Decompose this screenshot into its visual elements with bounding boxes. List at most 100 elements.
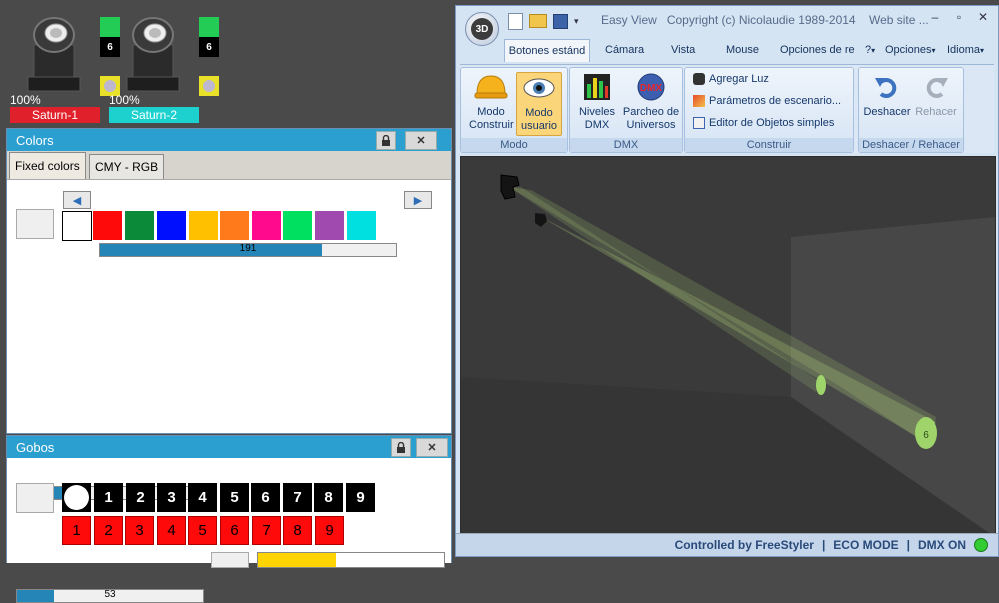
menu-idioma[interactable]: Idioma ▾ bbox=[947, 39, 984, 61]
fixture-name[interactable]: Saturn-1 bbox=[10, 107, 100, 123]
deshacer-label: Deshacer bbox=[863, 106, 911, 118]
lock-icon bbox=[397, 442, 405, 453]
tab-cmy-rgb[interactable]: CMY - RGB bbox=[89, 154, 165, 179]
color-swatch[interactable] bbox=[315, 211, 344, 240]
gobo-open[interactable] bbox=[62, 483, 91, 512]
color-swatch[interactable] bbox=[347, 211, 376, 240]
gobo-button[interactable]: 3 bbox=[157, 483, 186, 512]
modo-usuario-button[interactable]: Modo usuario bbox=[516, 72, 562, 136]
parcheo-universos-button[interactable]: DMX Parcheo de Universos bbox=[622, 72, 680, 132]
deshacer-button[interactable]: Deshacer bbox=[862, 72, 912, 132]
gobo-shake-button[interactable]: 2 bbox=[94, 516, 123, 545]
parcheo-universos-label: Parcheo de Universos bbox=[622, 106, 680, 131]
maximize-button[interactable]: ▫ bbox=[950, 10, 968, 26]
close-window-button[interactable]: ✕ bbox=[974, 10, 992, 26]
gobo-button[interactable]: 1 bbox=[94, 483, 123, 512]
gobo-button[interactable]: 2 bbox=[126, 483, 155, 512]
new-file-icon[interactable] bbox=[508, 12, 523, 30]
tab-opciones-render[interactable]: Opciones de re bbox=[780, 39, 858, 61]
tab-vista[interactable]: Vista bbox=[671, 39, 695, 61]
gobo-extra-button[interactable] bbox=[211, 552, 249, 568]
fixture-percent: 100% bbox=[10, 93, 41, 107]
3d-viewport[interactable]: 6 bbox=[460, 156, 996, 538]
editor-objetos-button[interactable]: Editor de Objetos simples bbox=[693, 117, 834, 129]
gobo-shake-button[interactable]: 7 bbox=[252, 516, 281, 545]
gobo-shake-button[interactable]: 8 bbox=[283, 516, 312, 545]
fixture-name[interactable]: Saturn-2 bbox=[109, 107, 199, 123]
title-website[interactable]: Web site ... bbox=[869, 13, 929, 27]
tab-camara[interactable]: Cámara bbox=[605, 39, 644, 61]
app-logo[interactable]: 3D bbox=[465, 12, 499, 46]
gobo-shake-button[interactable]: 5 bbox=[188, 516, 217, 545]
prev-color-button[interactable]: ◀ bbox=[63, 191, 91, 209]
save-icon[interactable] bbox=[553, 13, 568, 29]
fixture-saturn-2[interactable]: 6 100% Saturn-2 bbox=[109, 15, 229, 125]
color-swatch[interactable] bbox=[93, 211, 122, 240]
group-construir-label: Construir bbox=[685, 138, 853, 152]
color-swatches bbox=[62, 211, 382, 241]
gobo-shake-button[interactable]: 6 bbox=[220, 516, 249, 545]
open-folder-icon[interactable] bbox=[529, 14, 547, 28]
gobo-button[interactable]: 9 bbox=[346, 483, 375, 512]
redo-icon bbox=[926, 78, 948, 98]
modo-construir-button[interactable]: Modo Construir bbox=[469, 72, 514, 132]
group-dmx-label: DMX bbox=[570, 138, 682, 152]
gobo-button[interactable]: 7 bbox=[283, 483, 312, 512]
color-slider[interactable]: 191 bbox=[99, 243, 397, 257]
gobo-button[interactable]: 4 bbox=[188, 483, 217, 512]
color-swatch[interactable] bbox=[157, 211, 186, 240]
gobo-button[interactable]: 5 bbox=[220, 483, 249, 512]
gobo-button[interactable]: 6 bbox=[251, 483, 280, 512]
current-color-button[interactable] bbox=[16, 209, 54, 239]
current-gobo-button[interactable] bbox=[16, 483, 54, 513]
gobos-panel-title-text: Gobos bbox=[16, 439, 55, 455]
gobo-button[interactable]: 8 bbox=[314, 483, 343, 512]
gobo-row: 1 2 3 4 5 6 7 8 9 bbox=[62, 483, 382, 513]
hard-hat-icon bbox=[474, 75, 508, 99]
close-icon: ✕ bbox=[427, 442, 437, 454]
gobo-shake-button[interactable]: 9 bbox=[315, 516, 344, 545]
gobos-panel-title: Gobos ✕ bbox=[7, 436, 451, 458]
dropdown-icon[interactable]: ▾ bbox=[574, 16, 579, 27]
color-swatch[interactable] bbox=[220, 211, 249, 240]
menu-opciones[interactable]: Opciones ▾ bbox=[885, 39, 936, 61]
gobo-shake-button[interactable]: 4 bbox=[157, 516, 186, 545]
fixture-color-indicator bbox=[199, 76, 219, 96]
close-icon: ✕ bbox=[416, 135, 426, 147]
color-swatch[interactable] bbox=[62, 211, 92, 241]
dmx-status-led-icon bbox=[974, 538, 988, 552]
editor-objetos-label: Editor de Objetos simples bbox=[709, 117, 835, 129]
gobos-panel: Gobos ✕ 9 2 1 2 3 4 5 6 7 8 9 1 2 3 4 5 6… bbox=[6, 435, 452, 603]
stage-params-icon bbox=[693, 95, 705, 107]
gobo-rotation-slider[interactable]: 53 bbox=[16, 589, 204, 603]
tab-fixed-colors[interactable]: Fixed colors bbox=[9, 152, 86, 179]
color-swatch[interactable] bbox=[252, 211, 281, 240]
lock-button[interactable] bbox=[391, 438, 411, 457]
gobo-rotation-value: 53 bbox=[104, 589, 116, 600]
gobo-shake-button[interactable]: 3 bbox=[125, 516, 154, 545]
niveles-dmx-button[interactable]: Niveles DMX bbox=[574, 72, 620, 132]
idioma-label: Idioma bbox=[947, 44, 981, 56]
color-swatch[interactable] bbox=[283, 211, 312, 240]
lock-button[interactable] bbox=[376, 131, 396, 150]
minimize-button[interactable]: – bbox=[926, 10, 944, 26]
group-deshacer: Deshacer Rehacer Deshacer / Rehacer bbox=[858, 67, 964, 153]
agregar-luz-button[interactable]: Agregar Luz bbox=[693, 73, 769, 85]
close-button[interactable]: ✕ bbox=[405, 131, 437, 150]
color-swatch[interactable] bbox=[125, 211, 154, 240]
gobo-color-fill bbox=[258, 553, 337, 567]
next-color-button[interactable]: ▶ bbox=[404, 191, 432, 209]
tab-botones-estandar[interactable]: Botones estánd bbox=[504, 39, 590, 62]
parametros-escenario-button[interactable]: Parámetros de escenario... bbox=[693, 95, 841, 107]
eye-icon bbox=[523, 78, 555, 98]
gobo-shake-button[interactable]: 1 bbox=[62, 516, 91, 545]
dmx-levels-icon bbox=[584, 74, 610, 100]
arrow-right-icon: ▶ bbox=[413, 194, 423, 207]
agregar-luz-label: Agregar Luz bbox=[709, 73, 769, 85]
close-button[interactable]: ✕ bbox=[416, 438, 448, 457]
color-swatch[interactable] bbox=[189, 211, 218, 240]
tab-mouse[interactable]: Mouse bbox=[726, 39, 759, 61]
menu-help[interactable]: ? ▾ bbox=[865, 39, 875, 61]
3d-scene: 6 bbox=[461, 157, 995, 537]
rehacer-button[interactable]: Rehacer bbox=[912, 72, 960, 132]
